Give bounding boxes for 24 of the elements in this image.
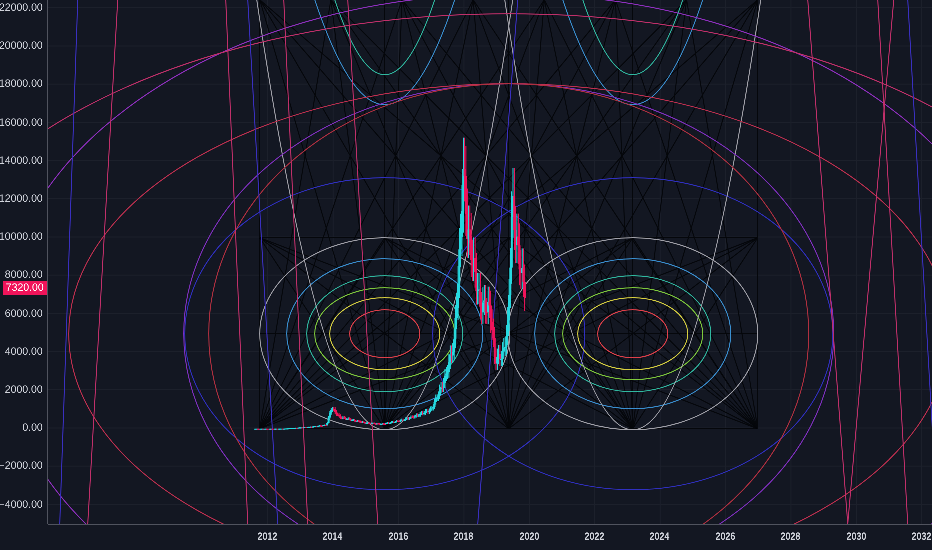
date-label: 2030: [846, 531, 866, 543]
date-label: 2026: [716, 531, 736, 543]
price-label: 12000.00: [0, 192, 43, 206]
date-label: 2018: [454, 531, 474, 543]
date-label: 2020: [519, 531, 540, 543]
price-label: 20000.00: [0, 39, 43, 54]
date-label: 2016: [388, 531, 408, 543]
price-label: 8000.00: [5, 268, 43, 282]
price-label: 4000.00: [5, 344, 43, 359]
date-label: 2024: [650, 531, 670, 543]
price-label: 2000.00: [5, 383, 43, 397]
price-label: 18000.00: [0, 77, 43, 92]
price-label: 16000.00: [0, 116, 43, 130]
price-label: 10000.00: [0, 230, 43, 244]
price-label: 6000.00: [5, 306, 43, 321]
current-price-badge: 7320.00: [3, 281, 47, 295]
price-label: 0.00: [22, 421, 43, 436]
price-label: 14000.00: [0, 154, 43, 168]
date-label: 2014: [323, 531, 343, 543]
date-label: 2032: [912, 531, 932, 543]
date-label: 2012: [258, 531, 278, 543]
date-label: 2028: [780, 531, 801, 543]
date-label: 2022: [584, 531, 605, 543]
price-label: 22000.00: [0, 1, 43, 15]
